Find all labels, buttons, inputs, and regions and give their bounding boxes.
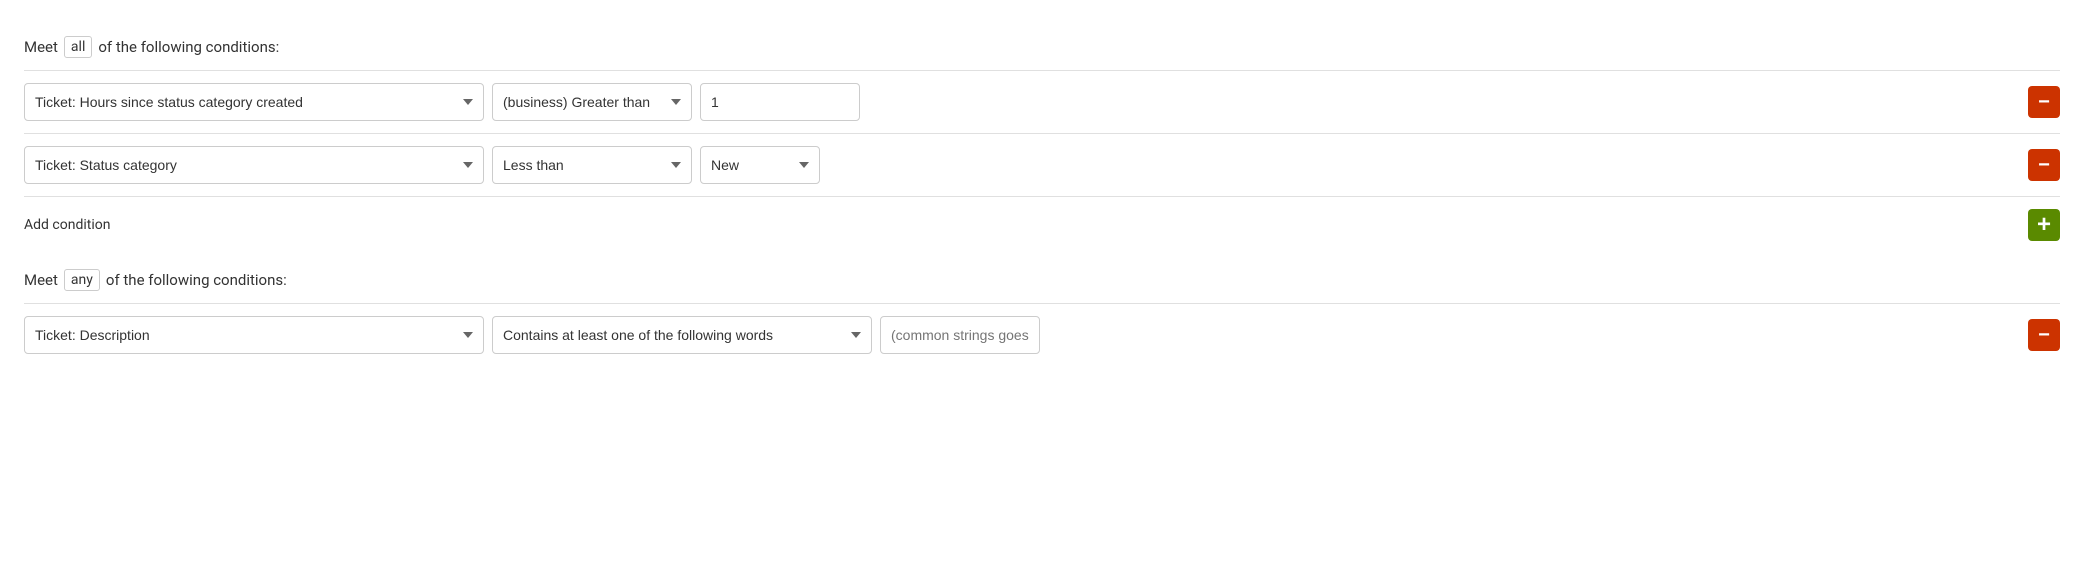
field-select-1[interactable]: Ticket: Hours since status category crea…	[24, 83, 484, 121]
add-condition-button[interactable]: +	[2028, 209, 2060, 241]
section-any: Meet any of the following conditions: Ti…	[24, 253, 2060, 366]
meet-any-prefix: Meet	[24, 271, 58, 289]
section-all: Meet all of the following conditions: Ti…	[24, 20, 2060, 253]
operator-select-1[interactable]: (business) Greater than	[492, 83, 692, 121]
meet-any-keyword: any	[64, 269, 100, 291]
field-select-3[interactable]: Ticket: Description	[24, 316, 484, 354]
meet-all-keyword: all	[64, 36, 92, 58]
condition-row-1: Ticket: Hours since status category crea…	[24, 70, 2060, 133]
operator-select-2[interactable]: Less than	[492, 146, 692, 184]
meet-all-header: Meet all of the following conditions:	[24, 20, 2060, 70]
add-condition-label: Add condition	[24, 217, 110, 233]
value-select-2[interactable]: New	[700, 146, 820, 184]
add-condition-row: Add condition +	[24, 196, 2060, 253]
value-input-1[interactable]	[700, 83, 860, 121]
meet-any-suffix: of the following conditions:	[106, 271, 287, 289]
meet-all-prefix: Meet	[24, 38, 58, 56]
operator-select-3[interactable]: Contains at least one of the following w…	[492, 316, 872, 354]
remove-button-2[interactable]: −	[2028, 149, 2060, 181]
meet-all-suffix: of the following conditions:	[98, 38, 279, 56]
meet-any-header: Meet any of the following conditions:	[24, 253, 2060, 303]
condition-row-2: Ticket: Status category Less than New −	[24, 133, 2060, 196]
value-input-3[interactable]	[880, 316, 1040, 354]
condition-row-3: Ticket: Description Contains at least on…	[24, 303, 2060, 366]
field-select-2[interactable]: Ticket: Status category	[24, 146, 484, 184]
remove-button-1[interactable]: −	[2028, 86, 2060, 118]
remove-button-3[interactable]: −	[2028, 319, 2060, 351]
